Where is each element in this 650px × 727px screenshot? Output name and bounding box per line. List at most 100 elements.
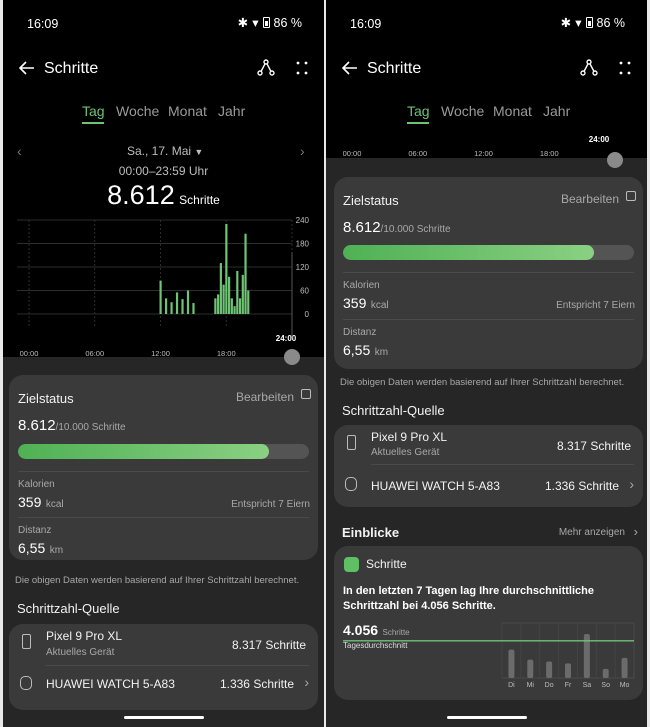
edit-link[interactable]: Bearbeiten <box>561 192 619 206</box>
source-title: Schrittzahl-Quelle <box>17 601 120 616</box>
insight-card[interactable]: Schritte In den letzten 7 Tagen lag Ihre… <box>334 546 643 700</box>
wifi-icon: ▾ <box>575 16 582 30</box>
device-steps: 1.336 Schritte <box>219 677 294 691</box>
bluetooth-icon: ✱ <box>560 16 572 30</box>
back-arrow-icon[interactable] <box>340 58 360 78</box>
chevron-right-icon[interactable]: › <box>304 674 309 690</box>
x-tick-label: 24:00 <box>589 135 610 144</box>
distance-unit: km <box>49 545 64 556</box>
device-name[interactable]: HUAWEI WATCH 5-A83 <box>46 677 175 691</box>
distance-unit: km <box>374 347 389 358</box>
status-time: 16:09 <box>27 17 59 31</box>
calories-note: Entspricht 7 Eiern <box>556 300 635 311</box>
tab-woche[interactable]: Woche <box>441 103 484 119</box>
distance-value: 6,55 <box>343 342 371 358</box>
distance-label: Distanz <box>18 525 52 536</box>
y-tick-label: 120 <box>296 263 310 272</box>
chart-bar <box>230 298 233 314</box>
y-tick-label: 60 <box>300 287 309 296</box>
watch-icon <box>345 477 357 491</box>
week-bar <box>621 657 628 678</box>
tab-tag[interactable]: Tag <box>407 103 430 119</box>
chart-bar <box>244 233 247 314</box>
device-name[interactable]: HUAWEI WATCH 5-A83 <box>371 479 500 493</box>
device-steps: 8.317 Schritte <box>231 638 306 652</box>
calories-unit: kcal <box>370 300 389 311</box>
battery-percent: 86 % <box>273 15 303 30</box>
device-name: Pixel 9 Pro XL <box>371 430 448 444</box>
chart-bar <box>247 290 250 314</box>
chart-bar <box>219 263 222 314</box>
period-tabs: Tag Woche Monat Jahr <box>326 92 647 132</box>
hourly-steps-chart[interactable]: 240 180 120 60 0 00:00 06:00 12:00 18:00 24:00 <box>3 212 324 362</box>
status-bar: 16:09 ✱ ▾ 86 % <box>3 0 324 46</box>
home-indicator <box>123 716 204 719</box>
steps-unit: Schritte <box>179 193 220 207</box>
tab-jahr[interactable]: Jahr <box>218 103 245 119</box>
calories-unit: kcal <box>45 499 64 510</box>
time-range: 00:00–23:59 Uhr <box>118 164 209 178</box>
chart-scrubber-handle[interactable] <box>284 349 300 365</box>
more-options-icon[interactable] <box>292 58 312 78</box>
steps-total: 8.612 Schritte <box>3 180 324 211</box>
tab-woche[interactable]: Woche <box>116 103 159 119</box>
x-tick-label: 12:00 <box>151 349 170 358</box>
steps-shoe-icon <box>344 557 359 572</box>
phone-icon <box>22 634 31 649</box>
more-link[interactable]: Mehr anzeigen <box>559 527 625 538</box>
battery-icon <box>262 17 270 28</box>
share-icon[interactable] <box>256 58 276 78</box>
goal-status-card: Zielstatus Bearbeiten 8.612/10.000 Schri… <box>9 375 318 560</box>
calories-note: Entspricht 7 Eiern <box>231 499 310 510</box>
phone-icon <box>347 435 356 450</box>
date-label[interactable]: Sa., 17. Mai ▼ <box>127 144 203 158</box>
more-options-icon[interactable] <box>615 58 635 78</box>
active-tab-indicator <box>82 122 104 124</box>
x-tick-label: 00:00 <box>20 349 39 358</box>
insights-title: Einblicke <box>342 525 400 540</box>
chart-bar <box>214 298 217 314</box>
chevron-right-icon[interactable]: › <box>629 476 634 492</box>
goal-target: /10.000 Schritte <box>55 422 126 433</box>
divider <box>343 272 634 273</box>
divider <box>343 319 634 320</box>
left-screen: 16:09 ✱ ▾ 86 % Schritte Tag Woche Monat … <box>3 0 324 727</box>
edit-icon[interactable] <box>626 191 636 201</box>
page-title: Schritte <box>44 60 99 77</box>
status-time: 16:09 <box>350 17 382 31</box>
y-tick-label: 0 <box>305 310 310 319</box>
week-day-label: Mo <box>620 682 630 689</box>
x-tick-label: 18:00 <box>540 149 559 158</box>
chart-scrubber-handle[interactable] <box>607 152 623 168</box>
chart-bar <box>225 223 228 314</box>
edit-link[interactable]: Bearbeiten <box>236 390 294 404</box>
back-arrow-icon[interactable] <box>17 58 37 78</box>
tab-monat[interactable]: Monat <box>168 103 207 119</box>
week-bar <box>527 659 534 678</box>
week-day-label: Fr <box>565 682 572 689</box>
goal-status-title: Zielstatus <box>18 391 74 406</box>
tab-jahr[interactable]: Jahr <box>543 103 570 119</box>
goal-progress-bar <box>18 444 309 459</box>
insight-text: In den letzten 7 Tagen lag Ihre durchsch… <box>343 585 595 612</box>
device-name: Pixel 9 Pro XL <box>46 629 123 643</box>
device-sub: Aktuelles Gerät <box>371 447 440 458</box>
prev-day-icon[interactable]: ‹ <box>17 143 22 159</box>
x-tick-label: 12:00 <box>474 149 493 158</box>
divider <box>18 471 309 472</box>
app-bar: Schritte <box>3 46 324 92</box>
calories-label: Kalorien <box>18 479 55 490</box>
chart-bar <box>175 292 179 314</box>
chart-bar <box>186 290 190 314</box>
status-icons: ✱ ▾ 86 % <box>560 15 625 31</box>
tab-tag[interactable]: Tag <box>82 103 105 119</box>
chart-bar <box>222 284 225 314</box>
date-navigator: ‹ Sa., 17. Mai ▼ › <box>3 143 324 160</box>
edit-icon[interactable] <box>301 389 311 399</box>
next-day-icon[interactable]: › <box>300 143 305 159</box>
watch-icon <box>20 676 32 690</box>
chevron-right-icon[interactable]: › <box>634 524 638 539</box>
tab-monat[interactable]: Monat <box>493 103 532 119</box>
share-icon[interactable] <box>579 58 599 78</box>
app-bar: Schritte <box>326 46 647 92</box>
